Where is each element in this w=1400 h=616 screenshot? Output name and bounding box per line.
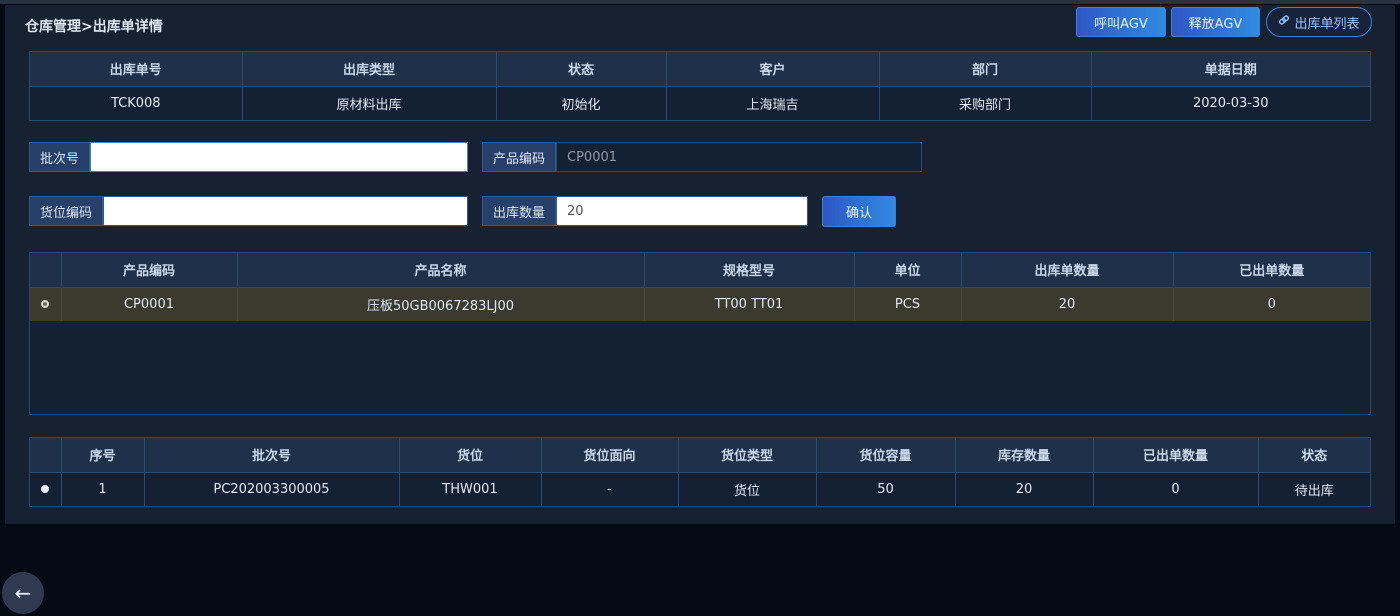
col-select bbox=[30, 438, 62, 473]
col-capacity: 货位容量 bbox=[816, 438, 956, 473]
order-status: 初始化 bbox=[496, 86, 667, 120]
col-order-date: 单据日期 bbox=[1091, 52, 1370, 87]
breadcrumb: 仓库管理>出库单详情 bbox=[25, 19, 163, 35]
col-department: 部门 bbox=[879, 52, 1092, 87]
col-location-type: 货位类型 bbox=[678, 438, 817, 473]
col-shipped-qty: 已出单数量 bbox=[1173, 253, 1370, 288]
order-date: 2020-03-30 bbox=[1192, 95, 1269, 111]
batch-input[interactable] bbox=[90, 142, 468, 172]
product-code-label: 产品编码 bbox=[482, 142, 557, 172]
radio-icon[interactable] bbox=[41, 484, 50, 493]
stock-location: THW001 bbox=[399, 472, 542, 506]
order-type: 原材料出库 bbox=[242, 86, 497, 120]
stock-seq: 1 bbox=[61, 472, 145, 506]
product-code-field: 产品编码 CP0001 bbox=[482, 142, 922, 172]
col-shipped-qty: 已出单数量 bbox=[1093, 438, 1259, 473]
product-table-header: 产品编码 产品名称 规格型号 单位 出库单数量 已出单数量 bbox=[30, 253, 1370, 288]
table-row[interactable]: 1 PC202003300005 THW001 - 货位 50 20 0 待出库 bbox=[30, 472, 1370, 506]
col-order-no: 出库单号 bbox=[30, 52, 243, 87]
product-unit: PCS bbox=[854, 287, 962, 321]
product-name: 压板50GB0067283LJ00 bbox=[237, 287, 645, 321]
release-agv-button[interactable]: 释放AGV bbox=[1171, 7, 1260, 37]
batch-field: 批次号 bbox=[29, 142, 468, 172]
stock-type: 货位 bbox=[678, 472, 817, 506]
stock-table: 序号 批次号 货位 货位面向 货位类型 货位容量 库存数量 已出单数量 状态 1… bbox=[29, 437, 1371, 507]
col-location: 货位 bbox=[399, 438, 542, 473]
stock-batch: PC202003300005 bbox=[144, 472, 400, 506]
order-list-button[interactable]: 出库单列表 bbox=[1266, 7, 1372, 37]
col-order-type: 出库类型 bbox=[242, 52, 497, 87]
stock-capacity: 50 bbox=[816, 472, 956, 506]
product-spec: TT00 TT01 bbox=[644, 287, 855, 321]
table-row[interactable]: CP0001 压板50GB0067283LJ00 TT00 TT01 PCS 2… bbox=[30, 287, 1370, 321]
col-stock-qty: 库存数量 bbox=[955, 438, 1094, 473]
col-location-facing: 货位面向 bbox=[541, 438, 679, 473]
batch-label: 批次号 bbox=[29, 142, 91, 172]
link-icon bbox=[1278, 14, 1290, 30]
product-shipped-qty: 0 bbox=[1173, 287, 1370, 321]
product-table: 产品编码 产品名称 规格型号 单位 出库单数量 已出单数量 CP0001 压板5… bbox=[29, 252, 1371, 415]
order-no: TCK008 bbox=[30, 86, 243, 120]
top-border bbox=[0, 0, 1400, 4]
order-customer: 上海瑞吉 bbox=[666, 86, 880, 120]
col-seq: 序号 bbox=[61, 438, 145, 473]
col-spec: 规格型号 bbox=[644, 253, 855, 288]
back-button[interactable]: ← bbox=[2, 572, 44, 614]
col-select bbox=[30, 253, 62, 288]
col-customer: 客户 bbox=[666, 52, 880, 87]
order-list-label: 出库单列表 bbox=[1294, 16, 1360, 32]
col-product-code: 产品编码 bbox=[61, 253, 238, 288]
location-field: 货位编码 bbox=[29, 196, 468, 226]
location-input[interactable] bbox=[103, 196, 468, 226]
col-status: 状态 bbox=[1258, 438, 1370, 473]
confirm-button[interactable]: 确认 bbox=[822, 196, 896, 227]
stock-facing: - bbox=[541, 472, 679, 506]
order-table-header: 出库单号 出库类型 状态 客户 部门 单据日期 bbox=[30, 52, 1370, 87]
radio-selected-icon[interactable] bbox=[41, 299, 50, 308]
table-row: TCK008 原材料出库 初始化 上海瑞吉 采购部门 2020-03-30 bbox=[30, 86, 1370, 120]
row-radio[interactable] bbox=[30, 287, 62, 321]
product-order-qty: 20 bbox=[961, 287, 1174, 321]
product-code: CP0001 bbox=[61, 287, 238, 321]
col-unit: 单位 bbox=[854, 253, 962, 288]
quantity-field: 出库数量 20 bbox=[482, 196, 808, 226]
row-radio[interactable] bbox=[30, 472, 62, 506]
order-table: 出库单号 出库类型 状态 客户 部门 单据日期 TCK008 原材料出库 初始化… bbox=[29, 51, 1371, 121]
col-order-qty: 出库单数量 bbox=[961, 253, 1174, 288]
col-product-name: 产品名称 bbox=[237, 253, 645, 288]
stock-qty: 20 bbox=[955, 472, 1094, 506]
call-agv-button[interactable]: 呼叫AGV bbox=[1076, 7, 1166, 37]
stock-shipped: 0 bbox=[1093, 472, 1259, 506]
stock-status: 待出库 bbox=[1294, 483, 1334, 499]
col-status: 状态 bbox=[496, 52, 667, 87]
quantity-input[interactable]: 20 bbox=[556, 196, 808, 226]
stock-table-header: 序号 批次号 货位 货位面向 货位类型 货位容量 库存数量 已出单数量 状态 bbox=[30, 438, 1370, 473]
arrow-left-icon: ← bbox=[14, 581, 32, 605]
order-department: 采购部门 bbox=[879, 86, 1092, 120]
col-batch: 批次号 bbox=[144, 438, 400, 473]
quantity-label: 出库数量 bbox=[482, 196, 557, 226]
product-code-input[interactable]: CP0001 bbox=[556, 142, 922, 172]
location-label: 货位编码 bbox=[29, 196, 104, 226]
